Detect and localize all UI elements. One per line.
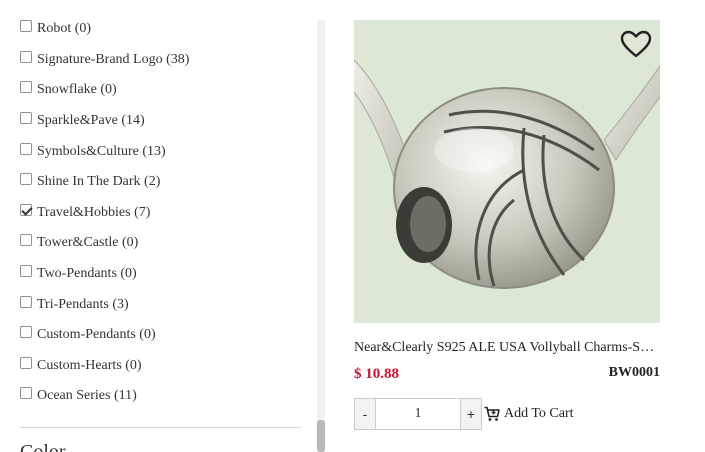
add-to-cart-button[interactable]: Add To Cart <box>484 406 574 422</box>
filter-label: Tower&Castle (0) <box>37 235 139 251</box>
volleyball-charm-photo <box>354 59 660 289</box>
filter-checkbox[interactable] <box>20 50 32 63</box>
filter-checkbox[interactable] <box>20 326 32 339</box>
filter-label: Signature-Brand Logo (38) <box>37 51 190 67</box>
filter-checkbox[interactable] <box>20 142 32 155</box>
filter-checkbox[interactable] <box>20 265 32 278</box>
scrollbar-thumb[interactable] <box>317 420 325 452</box>
filter-item[interactable]: Sparkle&Pave (14) <box>20 106 189 137</box>
filter-item[interactable]: Symbols&Culture (13) <box>20 136 189 167</box>
filter-label: Shine In The Dark (2) <box>37 174 161 190</box>
quantity-decrease-button[interactable]: - <box>354 398 376 430</box>
filter-checkbox[interactable] <box>20 20 32 33</box>
filter-item[interactable]: Shine In The Dark (2) <box>20 167 189 198</box>
color-section-heading[interactable]: Color <box>20 442 66 452</box>
filter-label: Robot (0) <box>37 21 92 37</box>
filter-checkbox[interactable] <box>20 356 32 369</box>
cart-plus-icon <box>484 406 500 421</box>
filter-checkbox[interactable] <box>20 295 32 308</box>
filter-item[interactable]: Custom-Pendants (0) <box>20 320 189 351</box>
filter-item[interactable]: Travel&Hobbies (7) <box>20 198 189 229</box>
scrollbar-track[interactable] <box>317 20 325 452</box>
filter-label: Snowflake (0) <box>37 82 117 98</box>
product-image[interactable] <box>354 20 660 323</box>
filter-checkbox[interactable] <box>20 173 32 186</box>
quantity-input[interactable] <box>376 398 460 430</box>
sidebar-divider <box>20 427 301 428</box>
product-sku: BW0001 <box>608 365 660 380</box>
add-to-cart-label: Add To Cart <box>504 406 574 421</box>
wishlist-heart-icon[interactable] <box>620 30 652 58</box>
product-card: Near&Clearly S925 ALE USA Vollyball Char… <box>354 20 660 430</box>
quantity-increase-button[interactable]: + <box>460 398 482 430</box>
filter-checkbox[interactable] <box>20 387 32 400</box>
filter-label: Symbols&Culture (13) <box>37 143 166 159</box>
category-filter-list: Robot (0) Signature-Brand Logo (38) Snow… <box>20 14 189 412</box>
product-price: $ 10.88 <box>354 366 399 382</box>
filter-item[interactable]: Robot (0) <box>20 14 189 45</box>
filter-checkbox[interactable] <box>20 234 32 247</box>
filter-label: Custom-Hearts (0) <box>37 357 142 373</box>
filter-item[interactable]: Signature-Brand Logo (38) <box>20 45 189 76</box>
filter-label: Two-Pendants (0) <box>37 266 137 282</box>
filter-checkbox[interactable] <box>20 203 32 216</box>
filter-checkbox[interactable] <box>20 112 32 125</box>
filter-label: Ocean Series (11) <box>37 388 137 404</box>
filter-item[interactable]: Tri-Pendants (3) <box>20 289 189 320</box>
filter-label: Custom-Pendants (0) <box>37 327 156 343</box>
filter-label: Travel&Hobbies (7) <box>37 204 151 220</box>
filter-item[interactable]: Custom-Hearts (0) <box>20 351 189 382</box>
filter-item[interactable]: Tower&Castle (0) <box>20 228 189 259</box>
product-name-link[interactable]: Near&Clearly S925 ALE USA Vollyball Char… <box>354 340 660 356</box>
filter-item[interactable]: Ocean Series (11) <box>20 381 189 412</box>
filter-item[interactable]: Snowflake (0) <box>20 75 189 106</box>
filter-label: Tri-Pendants (3) <box>37 296 129 312</box>
filter-item[interactable]: Two-Pendants (0) <box>20 259 189 290</box>
filter-checkbox[interactable] <box>20 81 32 94</box>
filter-sidebar: Robot (0) Signature-Brand Logo (38) Snow… <box>0 0 310 452</box>
quantity-stepper: - + Add To Cart <box>354 398 574 430</box>
filter-label: Sparkle&Pave (14) <box>37 113 145 129</box>
